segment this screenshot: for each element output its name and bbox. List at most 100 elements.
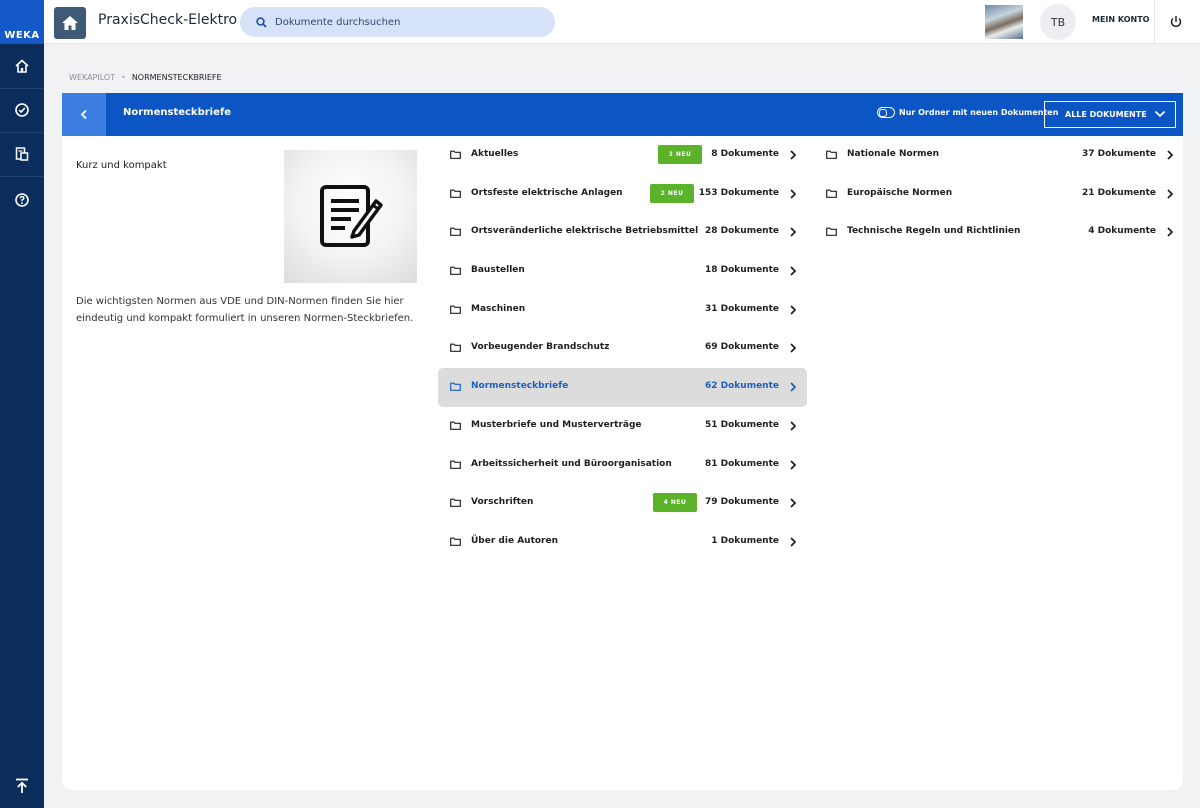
folder-name: Aktuelles <box>471 149 519 159</box>
search-input[interactable] <box>275 16 535 28</box>
house-icon <box>62 16 78 30</box>
chevron-right-icon <box>790 421 796 431</box>
dropdown-value: ALLE DOKUMENTE <box>1065 110 1147 119</box>
breadcrumb-separator: • <box>121 73 126 82</box>
folder-list-sub: Nationale Normen 37 Dokumente Europäische … <box>814 136 1176 252</box>
folder-row[interactable]: Europäische Normen 21 Dokumente <box>814 175 1176 214</box>
breadcrumb: WEKAPILOT • NORMENSTECKBRIEFE <box>69 73 222 82</box>
document-count: 37 Dokumente <box>1082 149 1156 159</box>
topbar-divider <box>1154 0 1155 44</box>
document-filter-dropdown[interactable]: ALLE DOKUMENTE <box>1044 101 1176 128</box>
folder-name: Europäische Normen <box>847 187 953 198</box>
folder-icon <box>450 421 461 430</box>
category-image <box>284 150 417 283</box>
chevron-right-icon <box>790 189 796 199</box>
documents-nav-button[interactable] <box>0 132 44 176</box>
document-count: 62 Dokumente <box>705 381 779 392</box>
new-badge: 4 NEU <box>653 493 697 513</box>
folder-name: Musterbriefe und Musterverträge <box>471 419 642 430</box>
app-home-button[interactable] <box>54 7 86 39</box>
folder-icon <box>450 382 461 392</box>
folder-row[interactable]: Ortsfeste elektrische Anlagen 2 NEU 153 Do… <box>438 175 807 214</box>
folder-icon <box>450 305 461 314</box>
new-badge: 2 NEU <box>650 183 694 203</box>
chevron-right-icon <box>790 537 796 547</box>
chevron-right-icon <box>1167 150 1173 160</box>
chevron-right-icon <box>1167 227 1173 238</box>
power-icon[interactable] <box>1168 14 1184 30</box>
weka-logo[interactable]: WEKA <box>0 0 44 44</box>
check-circle-icon <box>15 103 29 117</box>
folder-row[interactable]: Nationale Normen 37 Dokumente <box>814 136 1176 175</box>
folder-row[interactable]: Vorschriften 4 NEU 79 Dokumente <box>438 484 807 523</box>
search-bar[interactable] <box>240 7 555 37</box>
chevron-right-icon <box>790 227 796 238</box>
documents-icon <box>15 147 29 161</box>
chevron-right-icon <box>790 305 796 315</box>
new-documents-toggle[interactable]: Nur Ordner mit neuen Dokumenten <box>877 107 1058 118</box>
new-badge: 3 NEU <box>658 145 702 164</box>
document-count: 31 Dokumente <box>705 303 779 314</box>
home-icon <box>15 59 29 73</box>
rail-divider <box>0 176 44 177</box>
folder-icon <box>450 189 461 198</box>
search-icon <box>256 16 267 28</box>
toggle-label: Nur Ordner mit neuen Dokumenten <box>899 108 1059 117</box>
folder-name: Maschinen <box>471 303 526 314</box>
top-bar: PraxisCheck-Elektro TB MEIN KONTO <box>44 0 1200 44</box>
chevron-left-icon <box>80 109 87 120</box>
document-edit-icon <box>319 184 383 247</box>
section-title: Normensteckbriefe <box>123 107 232 118</box>
chevron-right-icon <box>790 459 796 470</box>
document-count: 4 Dokumente <box>1088 226 1156 237</box>
chevron-right-icon <box>790 150 796 160</box>
account-link[interactable]: MEIN KONTO <box>1092 15 1149 24</box>
chevron-right-icon <box>1167 189 1173 199</box>
section-toolbar: Normensteckbriefe Nur Ordner mit neuen D… <box>62 93 1183 136</box>
folder-name: Arbeitssicherheit und Büroorganisation <box>471 458 672 469</box>
folder-name: Ortsveränderliche elektrische Betriebsmi… <box>471 226 699 237</box>
document-count: 18 Dokumente <box>705 265 779 276</box>
left-rail: WEKA <box>0 0 44 808</box>
chevron-right-icon <box>790 498 796 508</box>
folder-icon <box>450 227 461 237</box>
folder-icon <box>450 150 461 159</box>
description-heading: Kurz und kompakt <box>76 160 167 171</box>
folder-row[interactable]: Normensteckbriefe 62 Dokumente <box>438 368 807 407</box>
folder-row[interactable]: Baustellen 18 Dokumente <box>438 252 807 291</box>
folder-icon <box>826 189 837 198</box>
tasks-nav-button[interactable] <box>0 88 44 132</box>
folder-row[interactable]: Aktuelles 3 NEU 8 Dokumente <box>438 136 807 175</box>
toggle-switch-icon[interactable] <box>877 107 895 118</box>
folder-row[interactable]: Arbeitssicherheit und Büroorganisation 81… <box>438 446 807 485</box>
avatar[interactable]: TB <box>1040 4 1076 40</box>
user-photo[interactable] <box>985 5 1023 39</box>
folder-icon <box>450 266 461 275</box>
breadcrumb-root[interactable]: WEKAPILOT <box>69 73 115 82</box>
folder-row[interactable]: Technische Regeln und Richtlinien 4 Dokum… <box>814 213 1176 252</box>
document-count: 8 Dokumente <box>711 149 779 159</box>
folder-name: Technische Regeln und Richtlinien <box>847 226 1021 237</box>
document-count: 79 Dokumente <box>705 497 779 508</box>
chevron-right-icon <box>790 266 796 276</box>
folder-icon <box>450 344 461 353</box>
help-nav-button[interactable] <box>0 178 44 222</box>
folder-name: Baustellen <box>471 265 525 276</box>
folder-name: Nationale Normen <box>847 149 940 159</box>
folder-name: Vorbeugender Brandschutz <box>471 342 610 353</box>
folder-row[interactable]: Ortsveränderliche elektrische Betriebsmi… <box>438 213 807 252</box>
logo-text: WEKA <box>4 30 40 41</box>
folder-row[interactable]: Maschinen 31 Dokumente <box>438 291 807 330</box>
folder-row[interactable]: Vorbeugender Brandschutz 69 Dokumente <box>438 329 807 368</box>
help-icon <box>15 193 29 207</box>
back-button[interactable] <box>62 93 106 136</box>
folder-icon <box>450 460 461 469</box>
folder-row[interactable]: Über die Autoren 1 Dokumente <box>438 523 807 562</box>
scroll-top-button[interactable] <box>0 768 44 804</box>
breadcrumb-current: NORMENSTECKBRIEFE <box>131 73 222 82</box>
folder-name: Über die Autoren <box>471 535 558 546</box>
home-nav-button[interactable] <box>0 44 44 88</box>
folder-name: Ortsfeste elektrische Anlagen <box>471 187 623 198</box>
folder-row[interactable]: Musterbriefe und Musterverträge 51 Dokume… <box>438 407 807 446</box>
chevron-right-icon <box>790 343 796 354</box>
